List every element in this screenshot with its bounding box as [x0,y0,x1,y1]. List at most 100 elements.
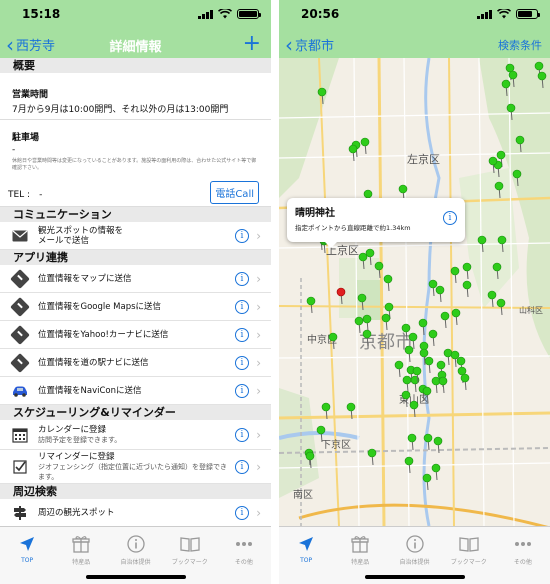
tel-row: TEL : - 電話Call [0,176,271,207]
info-icon[interactable]: i [235,459,249,474]
chevron-right-icon: › [256,228,261,243]
info-icon[interactable]: i [235,228,249,243]
map-pin[interactable] [431,463,441,481]
callout-subtitle: 指定ポイントから直線距離で約1.34km [295,224,411,232]
info-icon[interactable]: i [235,383,249,398]
chevron-right-icon: › [256,299,261,314]
chevron-right-icon: › [256,427,261,442]
directions-icon [10,268,30,289]
map-label-shimogyo: 下京区 [321,438,351,451]
chevron-right-icon: › [256,355,261,370]
list-item-reminder[interactable]: リマインダーに登録 ジオフェンシング（指定位置に近づいたら通知）を登録できます。… [0,450,271,484]
map-pin[interactable] [362,314,372,332]
search-conditions-button[interactable]: 検索条件 [498,37,542,53]
status-bar: 15:18 [0,0,271,30]
map-label-yamashina: 山科区 [519,305,543,315]
tab-top[interactable]: TOP [0,527,54,584]
signpost-icon [11,504,29,522]
map-pin[interactable] [394,360,404,378]
calendar-label: カレンダーに登録 [38,424,107,435]
info-icon[interactable]: i [235,505,249,520]
map-view[interactable]: 左京区 上京区 中京区 京都市 東山区 下京区 南区 山科区 晴明神社 指定ポイ… [279,58,550,526]
call-button[interactable]: 電話Call [210,181,259,204]
map-pin[interactable] [404,345,414,363]
map-pin[interactable] [431,376,441,394]
place-callout[interactable]: 晴明神社 指定ポイントから直線距離で約1.34km i [287,198,465,248]
list-item-google-maps[interactable]: 位置情報をGoogle Mapsに送信 i › [0,293,271,321]
map-pin[interactable] [354,316,364,334]
app-label: 位置情報をGoogle Mapsに送信 [38,301,162,312]
directions-icon [10,324,30,345]
page-title: 詳細情報 [109,40,162,55]
section-header-overview: 概要 [0,58,271,73]
callout-title: 晴明神社 [295,208,335,219]
back-button[interactable]: ‹ 京都市 [285,35,335,55]
chevron-right-icon: › [256,271,261,286]
signal-icon [477,9,492,19]
list-item-calendar[interactable]: カレンダーに登録 訪問予定を登録できます。 i › [0,420,271,450]
info-icon[interactable]: i [235,299,249,314]
map-pin[interactable] [407,433,417,451]
app-label: 位置情報をYahoo!カーナビに送信 [38,329,169,340]
car-icon [11,382,29,400]
mail-label: 観光スポットの情報を メールで送信 [38,225,124,246]
tab-bar: TOP 特産品 自治体提供 ブックマーク その他 [279,526,550,584]
list-item-navicon[interactable]: 位置情報をNaviConに送信 i › [0,377,271,405]
wifi-icon [218,9,232,19]
map-pin[interactable] [460,373,470,391]
map-pin[interactable] [462,262,472,280]
back-label: 京都市 [295,39,335,54]
nearby-label: 周辺の観光スポット [38,507,115,518]
more-icon [217,533,271,555]
checkbox-icon [11,458,29,476]
map-pin[interactable] [451,308,461,326]
list-item-mail[interactable]: 観光スポットの情報を メールで送信 i › [0,222,271,250]
list-item-yahoo-navi[interactable]: 位置情報をYahoo!カーナビに送信 i › [0,321,271,349]
gift-icon [333,533,387,555]
hours-value: 7月から9月は10:00開門、それ以外の月は13:00開門 [12,105,229,115]
envelope-icon [11,227,29,245]
map-pin[interactable] [367,448,377,466]
map-pin[interactable] [438,376,448,394]
map-pin[interactable] [348,144,358,162]
signal-icon [198,9,213,19]
info-icon[interactable]: i [443,211,457,225]
chevron-right-icon: › [256,383,261,398]
directions-icon [10,352,30,373]
map-pin[interactable] [440,311,450,329]
book-icon [442,533,496,555]
list-item-maps[interactable]: 位置情報をマップに送信 i › [0,265,271,293]
info-icon[interactable]: i [235,355,249,370]
map-pin[interactable] [462,280,472,298]
map-pin[interactable] [435,285,445,303]
map-canvas[interactable]: 左京区 上京区 中京区 京都市 東山区 下京区 南区 山科区 [279,58,550,526]
parking-label: 駐車場 [12,133,40,143]
tab-more[interactable]: その他 [217,527,271,584]
map-pin[interactable] [424,356,434,374]
list-item-nearby-spots[interactable]: 周辺の観光スポット i › [0,499,271,526]
detail-list[interactable]: 概要 営業時間 7月から9月は10:00開門、それ以外の月は13:00開門 駐車… [0,58,271,526]
info-icon[interactable]: i [235,271,249,286]
map-pin[interactable] [306,296,316,314]
section-header-communication: コミュニケーション [0,207,271,222]
info-icon[interactable]: i [235,327,249,342]
reminder-sub: ジオフェンシング（指定位置に近づいたら通知）を登録できます。 [38,462,227,481]
tab-top[interactable]: TOP [279,527,333,584]
map-label-sakyo: 左京区 [407,152,440,166]
map-pin[interactable] [428,329,438,347]
parking-value: - [12,145,16,155]
list-item-michinoeki-navi[interactable]: 位置情報を道の駅ナビに送信 i › [0,349,271,377]
battery-icon [237,9,261,19]
add-button[interactable]: + [243,31,261,56]
info-icon[interactable]: i [235,427,249,442]
map-pin[interactable] [360,137,370,155]
chevron-right-icon: › [256,327,261,342]
home-indicator [364,575,465,579]
app-label: 位置情報をNaviConに送信 [38,385,142,396]
chevron-right-icon: › [256,459,261,474]
hours-block: 営業時間 7月から9月は10:00開門、それ以外の月は13:00開門 [0,73,271,120]
map-pin[interactable] [383,274,393,292]
tab-more[interactable]: その他 [496,527,550,584]
section-header-schedule: スケジューリング&リマインダー [0,405,271,420]
wifi-icon [497,9,511,19]
